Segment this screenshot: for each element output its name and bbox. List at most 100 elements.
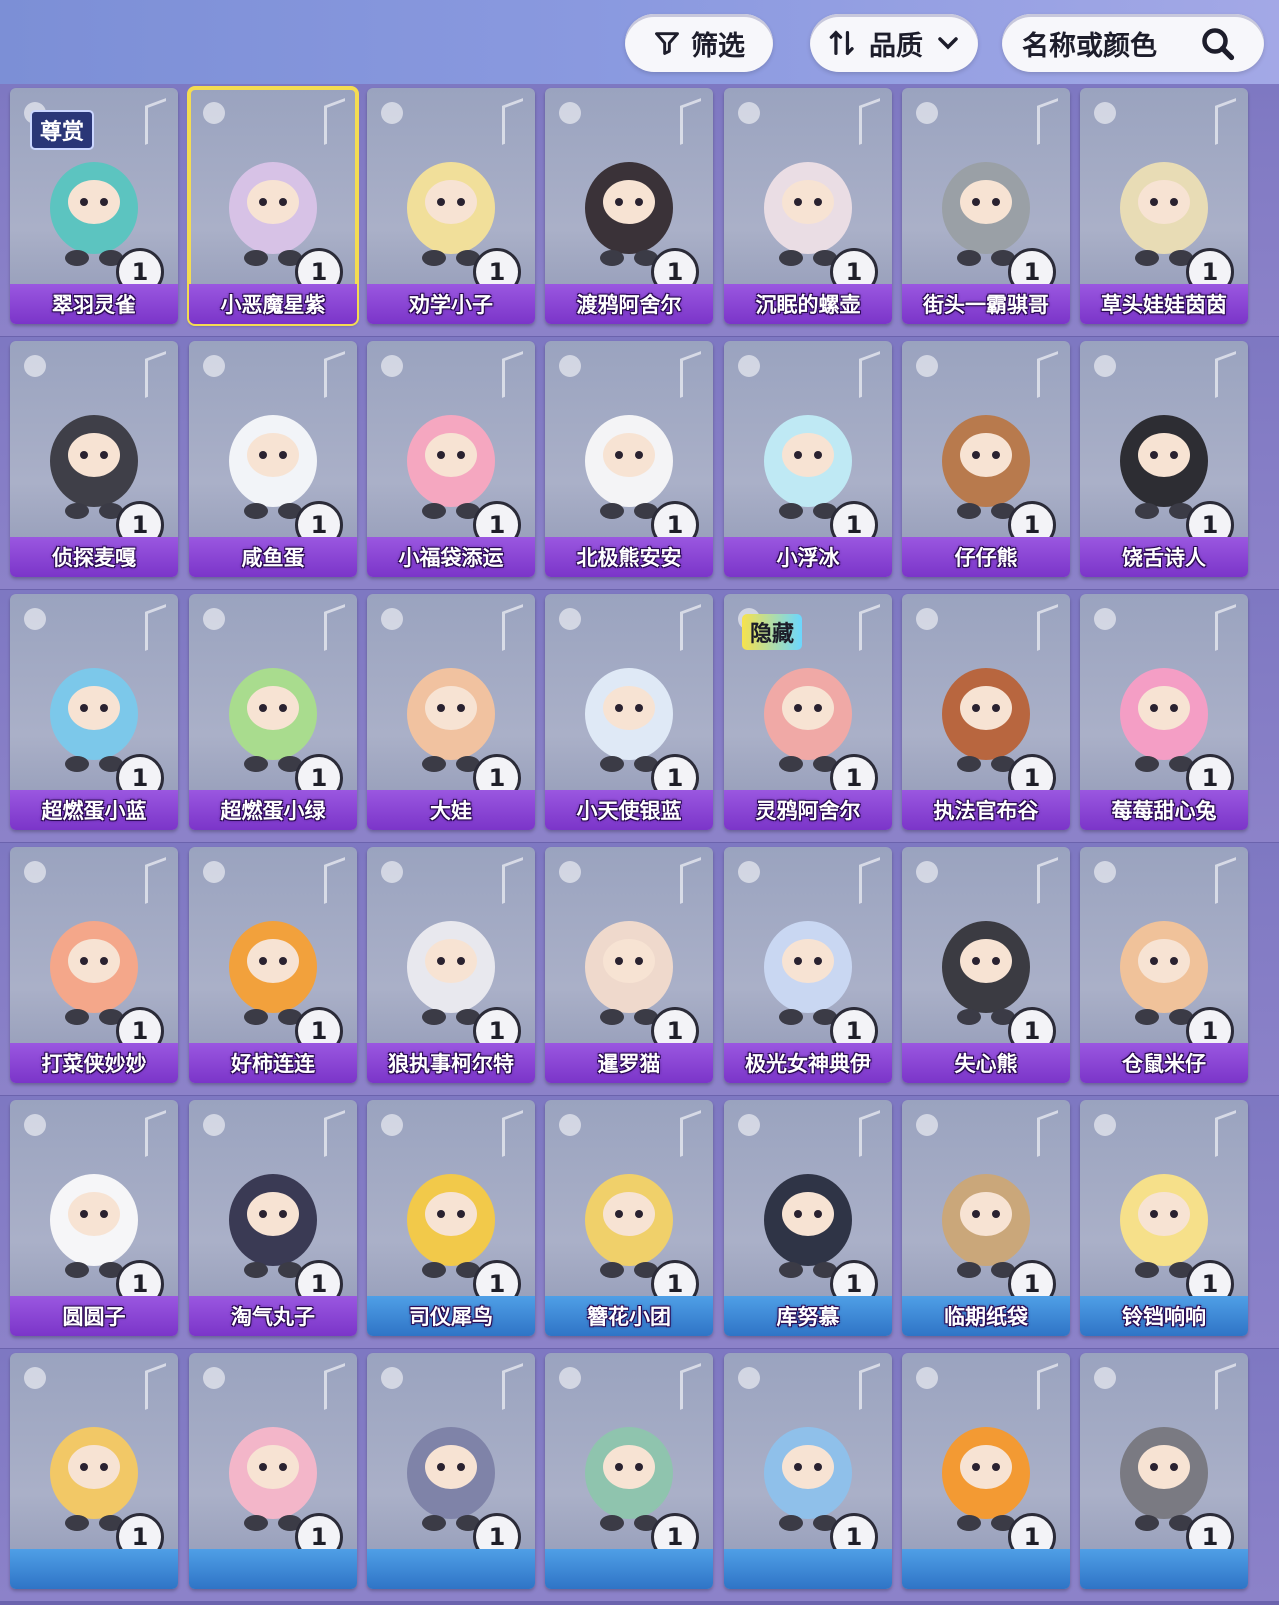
- figure-eye: [635, 198, 643, 206]
- item-card[interactable]: 1 失心熊: [902, 847, 1070, 1083]
- item-card[interactable]: 1 小浮冰: [724, 341, 892, 577]
- top-toolbar: 筛选 品质 名称或颜色: [0, 0, 1279, 84]
- item-card[interactable]: 1 好柿连连: [189, 847, 357, 1083]
- figure-eye: [100, 451, 108, 459]
- filter-button[interactable]: 筛选: [625, 14, 773, 72]
- collection-icon: [738, 1367, 760, 1389]
- figure-eye: [1170, 1210, 1178, 1218]
- figure-eye: [437, 451, 445, 459]
- item-card[interactable]: 1 草头娃娃茵茵: [1080, 88, 1248, 324]
- figure-eye: [457, 704, 465, 712]
- item-card[interactable]: 1 侦探麦嘎: [10, 341, 178, 577]
- figure-eye: [1170, 198, 1178, 206]
- figure-face: [1138, 686, 1190, 730]
- item-card[interactable]: 1 铃铛响响: [1080, 1100, 1248, 1336]
- item-card[interactable]: 1 狼执事柯尔特: [367, 847, 535, 1083]
- item-card[interactable]: 1 库努慕: [724, 1100, 892, 1336]
- figure-eye: [615, 1210, 623, 1218]
- item-card[interactable]: 1 沉眠的螺壶: [724, 88, 892, 324]
- item-card[interactable]: 1 仔仔熊: [902, 341, 1070, 577]
- figure-face: [782, 180, 834, 224]
- figure-foot: [1135, 1262, 1159, 1278]
- figure-eye: [1170, 451, 1178, 459]
- figure-foot: [779, 1515, 803, 1531]
- figure-eye: [279, 1463, 287, 1471]
- figure-eye: [1170, 1463, 1178, 1471]
- item-card[interactable]: 1 饶舌诗人: [1080, 341, 1248, 577]
- figure-eye: [279, 198, 287, 206]
- item-card[interactable]: 1 小福袋添运: [367, 341, 535, 577]
- item-name: 执法官布谷: [902, 790, 1070, 830]
- item-card[interactable]: 1 打菜侠妙妙: [10, 847, 178, 1083]
- figure-eye: [992, 957, 1000, 965]
- item-card[interactable]: 1 莓莓甜心兔: [1080, 594, 1248, 830]
- quality-sort-dropdown[interactable]: 品质: [810, 14, 978, 72]
- filter-label: 筛选: [691, 30, 745, 62]
- collection-icon: [381, 1367, 403, 1389]
- collection-icon: [916, 1367, 938, 1389]
- figure-face: [247, 686, 299, 730]
- item-card[interactable]: 1 极光女神典伊: [724, 847, 892, 1083]
- item-card[interactable]: 1 小恶魔星紫: [187, 86, 359, 326]
- item-card[interactable]: 1: [189, 1353, 357, 1589]
- item-card[interactable]: 1 司仪犀鸟: [367, 1100, 535, 1336]
- item-name: 街头一霸骐哥: [902, 284, 1070, 324]
- figure-eye: [794, 1463, 802, 1471]
- item-name: 簪花小团: [545, 1296, 713, 1336]
- item-card[interactable]: 隐藏 1 灵鸦阿舍尔: [724, 594, 892, 830]
- item-card[interactable]: 1 大娃: [367, 594, 535, 830]
- item-name: 仓鼠米仔: [1080, 1043, 1248, 1083]
- item-card[interactable]: 1: [10, 1353, 178, 1589]
- item-card[interactable]: 1: [724, 1353, 892, 1589]
- item-card[interactable]: 1 簪花小团: [545, 1100, 713, 1336]
- item-card[interactable]: 尊赏 1 翠羽灵雀: [10, 88, 178, 324]
- collection-icon: [1094, 102, 1116, 124]
- item-card[interactable]: 1 咸鱼蛋: [189, 341, 357, 577]
- figure-eye: [259, 451, 267, 459]
- search-input[interactable]: 名称或颜色: [1002, 14, 1264, 72]
- grid-row: 1 圆圆子 1 淘气丸子 1 司仪犀鸟 1 簪花小团 1 库努慕 1 临期纸袋 1 铃铛响响: [0, 1096, 1279, 1352]
- item-card[interactable]: 1 超燃蛋小蓝: [10, 594, 178, 830]
- item-card[interactable]: 1 超燃蛋小绿: [189, 594, 357, 830]
- figure-face: [603, 433, 655, 477]
- figure-face: [68, 939, 120, 983]
- figure-foot: [422, 756, 446, 772]
- search-icon[interactable]: [1200, 26, 1236, 62]
- item-card[interactable]: 1: [1080, 1353, 1248, 1589]
- figure-eye: [437, 957, 445, 965]
- item-card[interactable]: 1 执法官布谷: [902, 594, 1070, 830]
- figure-foot: [957, 756, 981, 772]
- figure-eye: [457, 1210, 465, 1218]
- item-name: 北极熊安安: [545, 537, 713, 577]
- figure-eye: [814, 704, 822, 712]
- item-card[interactable]: 1 街头一霸骐哥: [902, 88, 1070, 324]
- item-name: 饶舌诗人: [1080, 537, 1248, 577]
- funnel-icon: [655, 32, 679, 55]
- item-card[interactable]: 1 淘气丸子: [189, 1100, 357, 1336]
- item-card[interactable]: 1 仓鼠米仔: [1080, 847, 1248, 1083]
- item-name: 沉眠的螺壶: [724, 284, 892, 324]
- item-card[interactable]: 1 暹罗猫: [545, 847, 713, 1083]
- figure-eye: [992, 1210, 1000, 1218]
- collection-icon: [738, 102, 760, 124]
- item-card[interactable]: 1: [545, 1353, 713, 1589]
- figure-foot: [65, 503, 89, 519]
- collection-icon: [916, 355, 938, 377]
- figure-face: [68, 686, 120, 730]
- item-card[interactable]: 1 北极熊安安: [545, 341, 713, 577]
- sort-icon: [829, 30, 854, 55]
- figure-eye: [259, 1210, 267, 1218]
- collection-icon: [916, 608, 938, 630]
- figure-face: [960, 939, 1012, 983]
- item-name: [724, 1549, 892, 1589]
- collection-icon: [1094, 608, 1116, 630]
- figure-face: [603, 939, 655, 983]
- item-card[interactable]: 1 小天使银蓝: [545, 594, 713, 830]
- item-card[interactable]: 1 渡鸦阿舍尔: [545, 88, 713, 324]
- item-card[interactable]: 1 劝学小子: [367, 88, 535, 324]
- figure-foot: [779, 250, 803, 266]
- item-card[interactable]: 1: [902, 1353, 1070, 1589]
- item-card[interactable]: 1 圆圆子: [10, 1100, 178, 1336]
- item-card[interactable]: 1 临期纸袋: [902, 1100, 1070, 1336]
- item-card[interactable]: 1: [367, 1353, 535, 1589]
